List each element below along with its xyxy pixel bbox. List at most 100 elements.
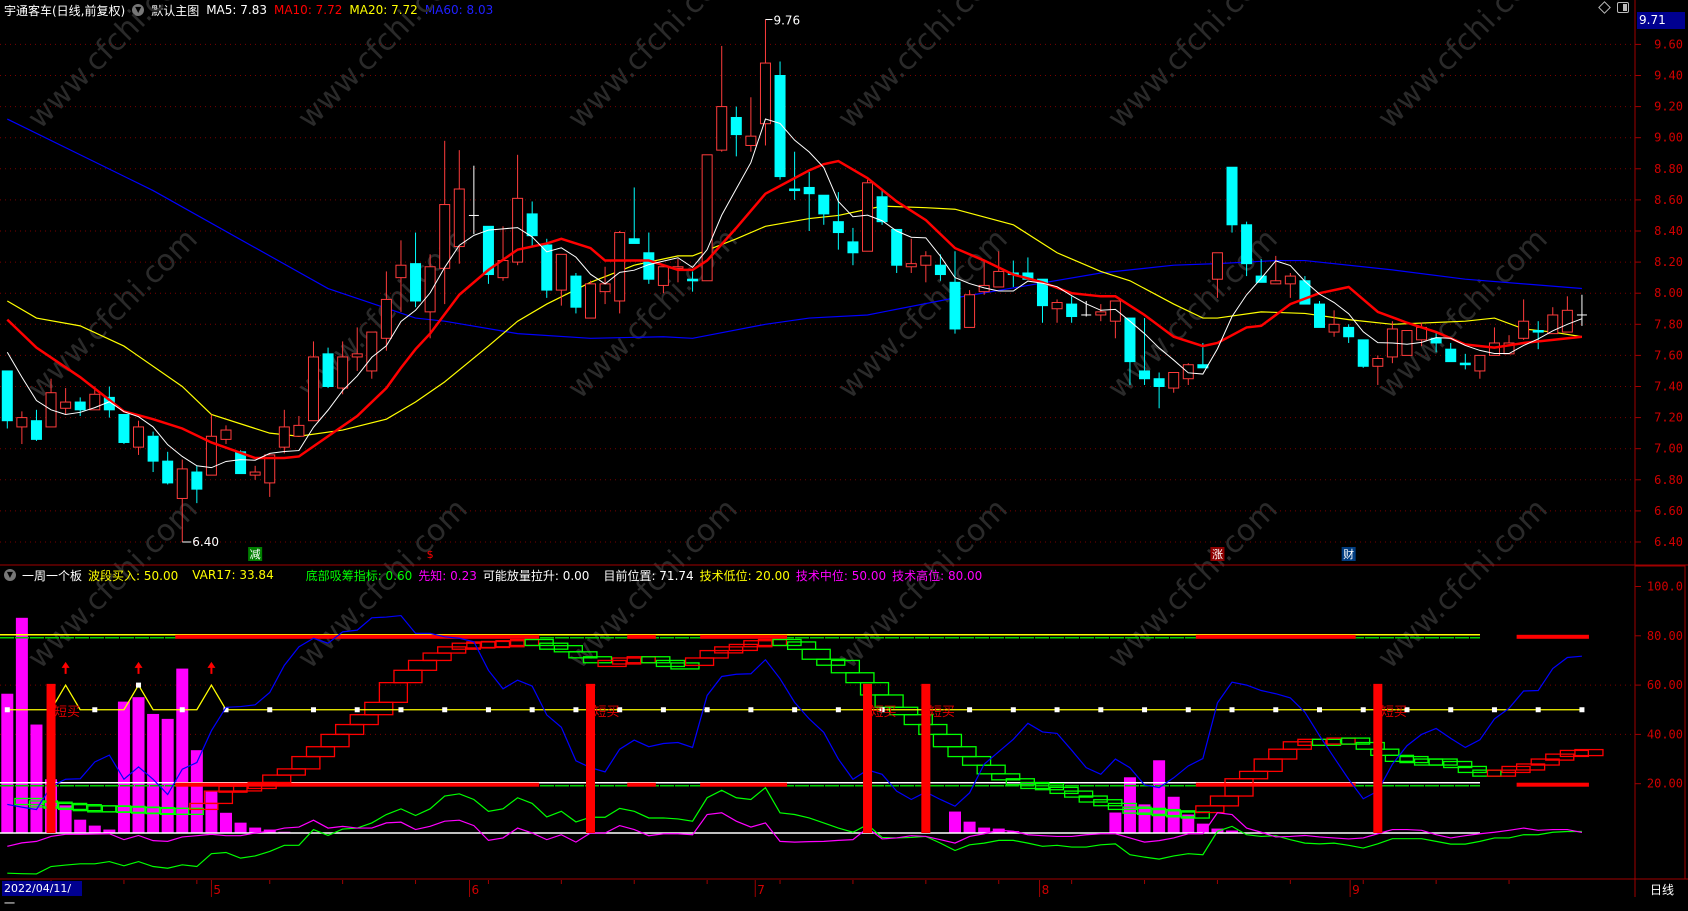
price-tick-label: 9.00 (1654, 131, 1683, 145)
candle-body (1372, 358, 1384, 367)
candle-body (1255, 275, 1267, 283)
wave-buy-dot (1491, 707, 1497, 713)
ma10-line (6, 159, 1583, 460)
candle-body (1241, 224, 1253, 265)
high-price-label: 9.76 (773, 14, 800, 28)
var17-box (262, 774, 292, 784)
candle-body (278, 426, 290, 448)
candle (1036, 278, 1048, 323)
kline-chart[interactable]: www.cfchi.com www.cfchi.com www.cfchi.com w… (0, 0, 1688, 897)
watermark: www.cfchi.com (1371, 492, 1555, 676)
candle-body (803, 186, 815, 195)
indicator-dropdown-icon[interactable]: ▼ (4, 569, 16, 581)
var17-box (801, 648, 831, 660)
candle (293, 416, 305, 437)
tech-low-line-red-segment (627, 782, 656, 787)
current-price-marker: 9.71 (1637, 12, 1685, 29)
candle-body (891, 228, 903, 266)
candle-body (439, 204, 451, 269)
wave-buy-dot (1229, 707, 1235, 713)
candle-body (759, 62, 771, 125)
candle-body (585, 283, 596, 319)
var17-box (393, 669, 423, 684)
volume-surge-bar (161, 718, 174, 833)
volume-surge-bar (147, 713, 160, 833)
candle-body (249, 471, 261, 476)
candle-body (730, 116, 742, 136)
wave-buy-dot (1448, 707, 1454, 713)
candle (643, 232, 655, 284)
candle-body (162, 460, 174, 484)
candle (118, 413, 130, 445)
candle (847, 227, 859, 266)
candle (716, 45, 728, 152)
candle-body (1314, 303, 1325, 328)
watermark: www.cfchi.com (21, 222, 205, 406)
current-position-line (7, 614, 1582, 811)
price-tick-label: 8.80 (1654, 162, 1683, 176)
watermark: www.cfchi.com (831, 222, 1015, 406)
var17-box (1209, 795, 1240, 807)
wave-buy-dot (1273, 707, 1279, 713)
candle (628, 187, 640, 244)
bottom-absorb-value: 底部吸筹指标: 0.60 (305, 568, 413, 583)
tech-low-line-red-segment (700, 782, 788, 787)
event-marker: 涨 (1212, 548, 1223, 561)
wave-buy-dot (179, 707, 185, 713)
candle-body (964, 294, 976, 328)
signal-label: 短买 (54, 705, 80, 720)
candle-body (789, 188, 801, 192)
var17-box (276, 768, 306, 776)
var17-box (845, 672, 875, 684)
indicator-tick-label: 20.00 (1647, 777, 1683, 791)
candle (482, 225, 494, 284)
var17-box (334, 723, 365, 736)
price-tick-label: 8.20 (1654, 255, 1683, 269)
candle-body (1226, 166, 1238, 226)
up-arrow-icon (134, 661, 143, 674)
price-tick-label: 8.60 (1654, 193, 1683, 207)
event-marker: 财 (1343, 547, 1354, 561)
price-tick-label: 7.00 (1654, 442, 1683, 456)
candle-body (1095, 311, 1107, 316)
candle-body (351, 353, 363, 358)
low-price-label: 6.40 (192, 535, 219, 549)
candle (249, 465, 261, 480)
candle (1022, 257, 1034, 280)
wave-buy-dot (1054, 707, 1060, 713)
candle (1343, 324, 1355, 343)
var17-box (961, 755, 992, 766)
candle-body (1518, 320, 1530, 339)
volume-surge-bar (117, 701, 130, 833)
wave-buy-dot (92, 707, 98, 713)
var17-box (320, 733, 350, 748)
volume-surge-bar (234, 822, 247, 833)
current-position-value: 目前位置: 71.74 (603, 568, 694, 583)
candle-body (614, 232, 626, 302)
candle-body (716, 106, 728, 151)
month-label: 5 (213, 883, 221, 897)
candle (1168, 372, 1180, 393)
candle-body (424, 266, 436, 313)
period-label[interactable]: 日线 (1650, 881, 1674, 898)
wave-buy-dot (967, 707, 973, 713)
candle-body (118, 413, 130, 443)
candle-body (1532, 330, 1544, 333)
price-tick-label: 6.60 (1654, 504, 1683, 518)
candle (1328, 310, 1340, 337)
volume-surge-bar (1153, 760, 1166, 833)
candle-body (1182, 364, 1194, 380)
candle (1459, 353, 1471, 370)
candle-body (16, 417, 28, 428)
price-tick-label: 6.40 (1654, 535, 1683, 549)
wave-buy-dot (1360, 707, 1366, 713)
wave-buy-dot (310, 707, 316, 713)
candle (30, 409, 42, 441)
var17-box (1253, 758, 1283, 773)
candle-body (949, 281, 961, 330)
indicator-name[interactable]: 一周一个板 (22, 567, 82, 584)
candle-body (570, 275, 582, 308)
watermark: www.cfchi.com (291, 0, 475, 136)
tech-low-line-red-segment (1195, 782, 1356, 787)
tech-high-line-red-segment (175, 634, 540, 639)
